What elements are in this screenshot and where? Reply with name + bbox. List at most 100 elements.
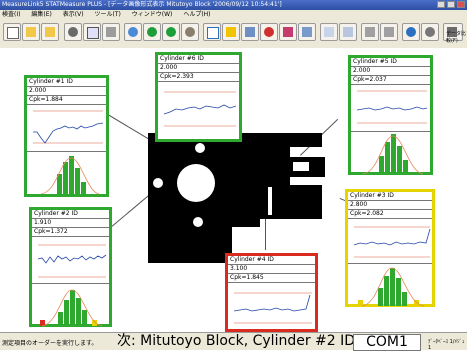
panel-cylinder-3[interactable]: Cylinder #3 ID 2.800 Cpk=2.082 — [345, 189, 435, 307]
new-file-button[interactable] — [3, 23, 21, 41]
menu-item-help[interactable]: ヘルプ(H) — [183, 11, 210, 18]
histogram-plot — [40, 156, 100, 195]
menu-bar: 検査(I) 編集(E) 表示(V) ツール(T) ウィンドウ(W) ヘルプ(H) — [0, 10, 467, 19]
panel-cpk: Cpk=1.845 — [228, 274, 315, 283]
mark-icon — [283, 27, 293, 37]
small-hole-left — [153, 178, 163, 188]
tool-button[interactable] — [298, 23, 316, 41]
folder-icon — [26, 27, 36, 37]
panel-value: 2.000 — [27, 87, 106, 96]
trend-plot — [37, 244, 107, 278]
menu-item-tools[interactable]: ツール(T) — [95, 11, 121, 18]
stop-button[interactable] — [260, 23, 278, 41]
minimize-button[interactable] — [437, 1, 445, 8]
panel-cylinder-2[interactable]: Cylinder #2 ID 1.910 Cpk=1.372 — [29, 207, 112, 327]
histogram — [32, 284, 109, 328]
panel-cylinder-5[interactable]: Cylinder #5 ID 2.000 Cpk=2.037 — [348, 55, 433, 175]
status-bar: 測定項目のオーダーを実行します。 次: Mitutoyo Block, Cyli… — [0, 332, 467, 351]
play-button[interactable] — [143, 23, 161, 41]
tool-icon — [302, 27, 312, 37]
histogram — [348, 264, 432, 308]
small-hole-top — [195, 143, 205, 153]
export-button[interactable] — [102, 23, 120, 41]
panel-title: Cylinder #3 ID — [348, 192, 432, 201]
panel-cpk: Cpk=1.884 — [27, 96, 106, 105]
histogram — [351, 132, 430, 176]
panel-value: 1.910 — [32, 219, 109, 228]
menu-item-edit[interactable]: 編集(E) — [31, 11, 51, 18]
next-icon — [166, 27, 176, 37]
part-drawing — [148, 133, 325, 263]
image-button[interactable] — [320, 23, 338, 41]
warning-button[interactable] — [222, 23, 240, 41]
pencil-icon — [245, 27, 255, 37]
mark-button[interactable] — [279, 23, 297, 41]
list-button[interactable] — [380, 23, 398, 41]
small-hole-bottom — [193, 217, 203, 227]
toolbar — [0, 19, 467, 49]
table-icon — [365, 27, 375, 37]
window-titlebar: MeasureLink5 STATMeasure PLUS - [データ画像形式… — [0, 0, 467, 10]
menu-item-inspect[interactable]: 検査(I) — [0, 11, 20, 18]
com-port-indicator: COM1 — [353, 334, 421, 351]
trend-plot — [163, 91, 237, 127]
compare-icon — [343, 27, 353, 37]
panel-value: 2.800 — [348, 201, 432, 210]
histogram-plot — [358, 267, 425, 307]
options-button[interactable] — [421, 23, 439, 41]
info-button[interactable] — [402, 23, 420, 41]
notch-a — [293, 162, 309, 171]
panel-cylinder-4[interactable]: Cylinder #4 ID 3.100 Cpk=1.845 — [225, 253, 318, 332]
trend-chart — [348, 219, 432, 264]
trend-plot — [233, 292, 312, 324]
next-measurement-text: 次: Mitutoyo Block, Cylinder #2 ID — [117, 333, 356, 349]
trend-plot — [356, 90, 428, 124]
trend-chart — [32, 237, 109, 284]
histogram-plot — [362, 134, 424, 175]
export-icon — [106, 27, 116, 37]
gear-icon — [425, 27, 435, 37]
panel-title: Cylinder #2 ID — [32, 210, 109, 219]
panel-value: 2.000 — [158, 64, 239, 73]
panel-title: Cylinder #4 ID — [228, 256, 315, 265]
report-button[interactable] — [83, 23, 101, 41]
refresh-icon — [128, 27, 138, 37]
status-message: 測定項目のオーダーを実行します。 — [2, 340, 98, 347]
maximize-button[interactable] — [447, 1, 455, 8]
menu-item-window[interactable]: ウィンドウ(W) — [132, 11, 173, 18]
open-folder-button[interactable] — [22, 23, 40, 41]
warning-icon — [226, 27, 236, 37]
canvas: Cylinder #1 ID 2.000 Cpk=1.884 Cylinder … — [0, 48, 467, 332]
close-button[interactable] — [457, 1, 465, 8]
folder-button[interactable] — [41, 23, 59, 41]
trend-chart — [158, 82, 239, 144]
status-right-info: ﾃﾞｰﾀﾍﾞｰｽ 1/ﾒｼﾞｭ1 — [428, 339, 465, 351]
edit-button[interactable] — [241, 23, 259, 41]
trend-plot — [33, 110, 104, 144]
stop-icon — [264, 27, 274, 37]
trend-chart — [351, 85, 430, 132]
panel-cylinder-6[interactable]: Cylinder #6 ID 2.000 Cpk=2.393 — [155, 52, 242, 142]
list-icon — [384, 27, 394, 37]
table-button[interactable] — [361, 23, 379, 41]
compare-button[interactable] — [339, 23, 357, 41]
panel-cylinder-1[interactable]: Cylinder #1 ID 2.000 Cpk=1.884 — [24, 75, 109, 197]
chart-button[interactable] — [203, 23, 221, 41]
panel-cpk: Cpk=2.082 — [348, 210, 432, 219]
play-icon — [147, 27, 157, 37]
refresh-button[interactable] — [124, 23, 142, 41]
next-button[interactable] — [162, 23, 180, 41]
panel-cpk: Cpk=1.372 — [32, 228, 109, 237]
image-icon — [324, 27, 334, 37]
gear-icon — [185, 27, 195, 37]
trend-plot — [353, 226, 431, 258]
folder-icon — [45, 27, 55, 37]
settings-button[interactable] — [181, 23, 199, 41]
panel-title: Cylinder #1 ID — [27, 78, 106, 87]
measure-button[interactable] — [64, 23, 82, 41]
panel-cpk: Cpk=2.393 — [158, 73, 239, 82]
file-icon — [7, 27, 19, 39]
panel-cpk: Cpk=2.037 — [351, 76, 430, 85]
trend-chart — [27, 105, 106, 152]
menu-item-view[interactable]: 表示(V) — [63, 11, 84, 18]
